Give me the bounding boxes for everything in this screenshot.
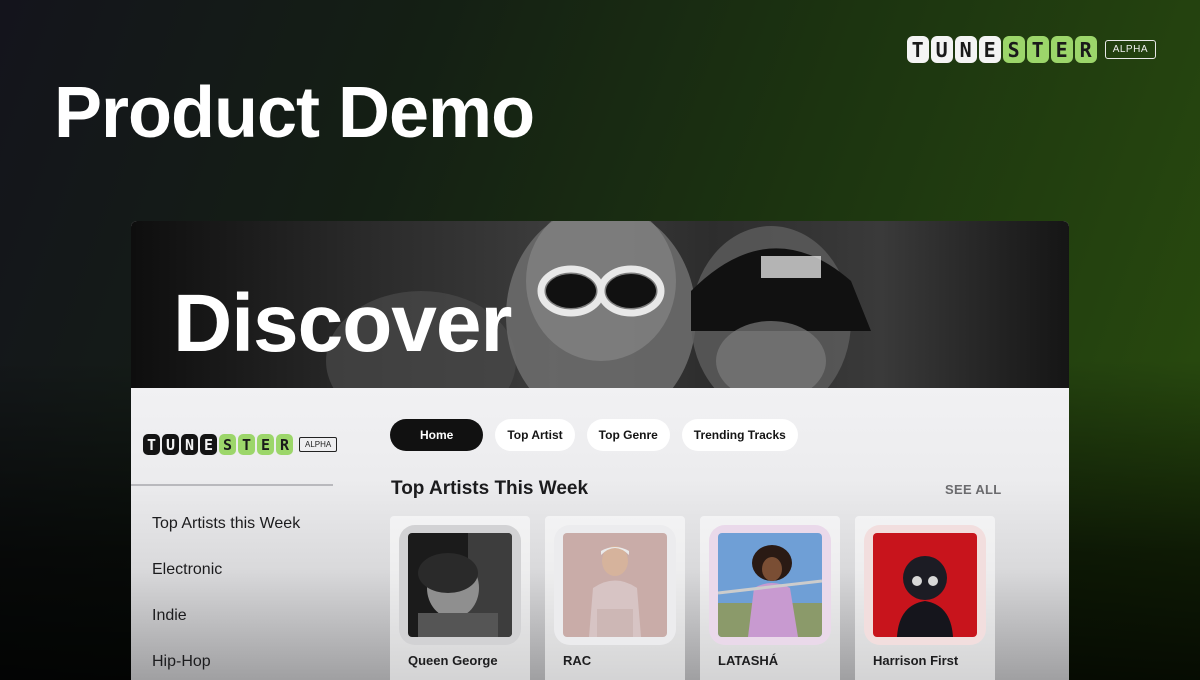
alpha-badge: ALPHA bbox=[299, 437, 338, 452]
hero-banner: Discover bbox=[131, 221, 1069, 388]
logo-letter: U bbox=[930, 36, 953, 63]
tab-top-genre[interactable]: Top Genre bbox=[586, 419, 670, 451]
sidebar-item-electronic[interactable]: Electronic bbox=[152, 560, 300, 606]
logo-wordmark: T U N E S T E R bbox=[906, 36, 1097, 63]
artist-frame bbox=[554, 525, 676, 645]
hero-title: Discover bbox=[173, 278, 512, 369]
artist-name: LATASHÁ bbox=[718, 653, 779, 668]
artist-name: RAC bbox=[563, 653, 592, 668]
artist-photo bbox=[408, 533, 512, 637]
sidebar-item-top-artists[interactable]: Top Artists this Week bbox=[152, 514, 300, 560]
artist-photo bbox=[718, 533, 822, 637]
logo-letter: E bbox=[978, 36, 1001, 63]
sidebar-nav: Top Artists this Week Electronic Indie H… bbox=[152, 514, 300, 680]
artist-card[interactable]: RAC bbox=[545, 516, 685, 680]
logo-letter: T bbox=[906, 36, 929, 63]
logo-letter: E bbox=[257, 434, 274, 455]
artist-card[interactable]: Queen George bbox=[390, 516, 530, 680]
artist-card[interactable]: Harrison First bbox=[855, 516, 995, 680]
tab-top-artist[interactable]: Top Artist bbox=[495, 419, 575, 451]
logo-letter: E bbox=[1050, 36, 1073, 63]
app-content: T U N E S T E R ALPHA Top Artists this W… bbox=[131, 388, 1069, 680]
sidebar-divider bbox=[131, 484, 333, 486]
logo-letter: T bbox=[143, 434, 160, 455]
artist-card[interactable]: LATASHÁ bbox=[700, 516, 840, 680]
sidebar-item-hip-hop[interactable]: Hip-Hop bbox=[152, 652, 300, 680]
tab-home[interactable]: Home bbox=[390, 419, 484, 451]
artist-name: Queen George bbox=[408, 653, 498, 668]
tab-bar: Home Top Artist Top Genre Trending Track… bbox=[390, 419, 798, 451]
sidebar-logo[interactable]: T U N E S T E R ALPHA bbox=[143, 434, 338, 455]
alpha-badge: ALPHA bbox=[1104, 40, 1156, 59]
artist-frame bbox=[399, 525, 521, 645]
logo-letter: N bbox=[954, 36, 977, 63]
logo-letter: T bbox=[238, 434, 255, 455]
logo-letter: E bbox=[200, 434, 217, 455]
see-all-link[interactable]: SEE ALL bbox=[945, 482, 1002, 497]
artist-photo bbox=[563, 533, 667, 637]
artist-frame bbox=[709, 525, 831, 645]
artist-photo bbox=[873, 533, 977, 637]
artist-name: Harrison First bbox=[873, 653, 959, 668]
artist-frame bbox=[864, 525, 986, 645]
logo-letter: R bbox=[276, 434, 293, 455]
logo-wordmark: T U N E S T E R bbox=[143, 434, 293, 455]
sidebar-item-indie[interactable]: Indie bbox=[152, 606, 300, 652]
artist-cards: Queen George RAC LATASHÁ Harrison First bbox=[390, 516, 995, 680]
page-title: Product Demo bbox=[54, 73, 535, 153]
logo-letter: S bbox=[1002, 36, 1025, 63]
tunester-logo: T U N E S T E R ALPHA bbox=[906, 36, 1156, 63]
logo-letter: S bbox=[219, 434, 236, 455]
tab-trending-tracks[interactable]: Trending Tracks bbox=[681, 419, 798, 451]
sidebar: T U N E S T E R ALPHA Top Artists this W… bbox=[131, 388, 338, 680]
app-window: Discover T U N E S T E R ALPHA Top Artis… bbox=[131, 221, 1069, 680]
logo-letter: T bbox=[1026, 36, 1049, 63]
section-title: Top Artists This Week bbox=[391, 478, 589, 499]
logo-letter: R bbox=[1074, 36, 1097, 63]
logo-letter: N bbox=[181, 434, 198, 455]
logo-letter: U bbox=[162, 434, 179, 455]
